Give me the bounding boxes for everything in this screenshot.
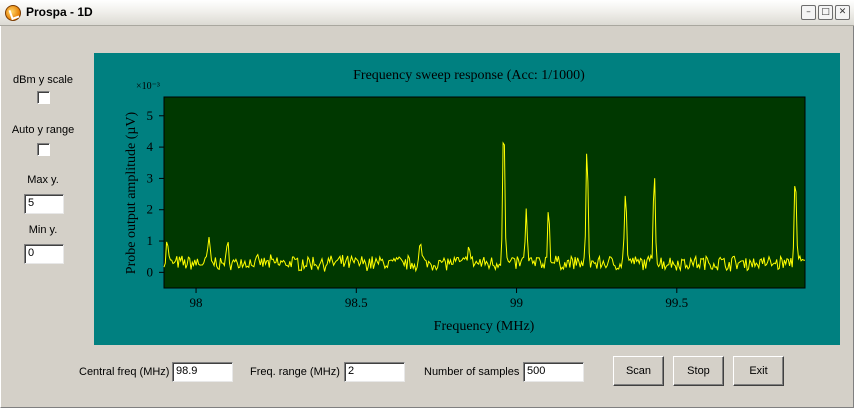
auto-y-range-checkbox[interactable]: [37, 143, 50, 156]
x-axis-label: Frequency (MHz): [434, 319, 535, 334]
stop-button[interactable]: Stop: [673, 356, 724, 386]
min-y-input[interactable]: 0: [24, 244, 64, 264]
title-bar: Prospa - 1D – □ ✕: [0, 0, 854, 26]
freq-range-input[interactable]: 2: [344, 362, 405, 382]
x-tick-label: 98: [190, 295, 203, 310]
num-samples-input[interactable]: 500: [523, 362, 584, 382]
max-y-input[interactable]: 5: [24, 194, 64, 214]
window-title: Prospa - 1D: [26, 5, 93, 19]
y-tick-label: 1: [147, 233, 154, 248]
y-tick-label: 4: [147, 139, 154, 154]
y-tick-label: 0: [147, 264, 154, 279]
auto-y-range-label: Auto y range: [11, 124, 75, 136]
maximize-button[interactable]: □: [818, 5, 833, 20]
max-y-label: Max y.: [27, 174, 59, 186]
scan-button[interactable]: Scan: [613, 356, 664, 386]
y-axis-label: Probe output amplitude (µV): [124, 111, 139, 274]
frequency-plot[interactable]: Frequency sweep response (Acc: 1/1000) ×…: [94, 53, 840, 345]
exit-button[interactable]: Exit: [733, 356, 784, 386]
y-multiplier-label: ×10⁻³: [136, 81, 160, 92]
central-freq-input[interactable]: 98.9: [172, 362, 233, 382]
y-tick-label: 2: [147, 202, 154, 217]
app-icon: [5, 5, 21, 21]
chart-title: Frequency sweep response (Acc: 1/1000): [353, 68, 585, 83]
x-tick-label: 98.5: [345, 295, 368, 310]
dbm-y-scale-checkbox[interactable]: [37, 91, 50, 104]
x-tick-label: 99.5: [665, 295, 688, 310]
x-axis-ticks: 98 98.5 99 99.5: [190, 288, 688, 310]
plot-panel: Frequency sweep response (Acc: 1/1000) ×…: [94, 53, 840, 345]
y-axis-ticks: 0 1 2 3 4 5: [147, 108, 164, 279]
central-freq-label: Central freq (MHz): [79, 366, 170, 378]
y-tick-label: 5: [147, 108, 154, 123]
freq-range-label: Freq. range (MHz): [250, 366, 340, 378]
minimize-button[interactable]: –: [801, 5, 816, 20]
close-button[interactable]: ✕: [835, 5, 850, 20]
x-tick-label: 99: [510, 295, 523, 310]
num-samples-label: Number of samples: [424, 366, 520, 378]
y-tick-label: 3: [147, 170, 154, 185]
min-y-label: Min y.: [28, 224, 58, 236]
dbm-y-scale-label: dBm y scale: [13, 74, 73, 86]
